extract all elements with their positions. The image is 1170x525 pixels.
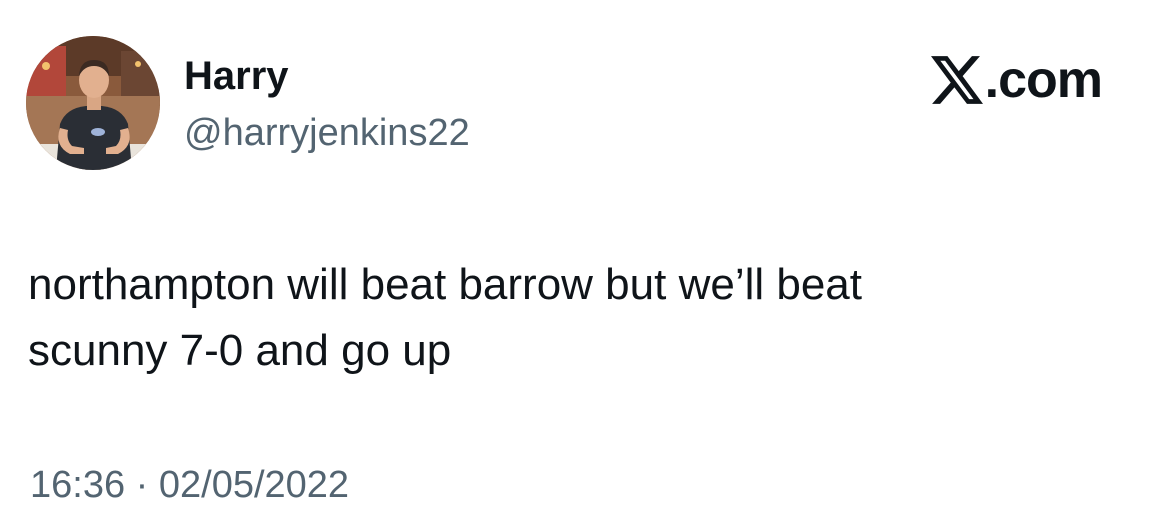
tweet-text: northampton will beat barrow but we’ll b… bbox=[28, 252, 1138, 384]
x-logo-icon bbox=[930, 56, 983, 104]
profile-photo-avatar bbox=[26, 36, 160, 170]
display-name[interactable]: Harry bbox=[184, 52, 289, 100]
x-com-brand: .com bbox=[930, 51, 1103, 109]
brand-domain-text: .com bbox=[984, 51, 1103, 109]
avatar[interactable] bbox=[26, 36, 160, 170]
user-handle[interactable]: @harryjenkins22 bbox=[184, 110, 470, 156]
tweet-text-line-1: northampton will beat barrow but we’ll b… bbox=[28, 260, 863, 309]
tweet-timestamp[interactable]: 16:36 · 02/05/2022 bbox=[30, 462, 349, 508]
tweet-text-line-2: scunny 7-0 and go up bbox=[28, 326, 452, 375]
